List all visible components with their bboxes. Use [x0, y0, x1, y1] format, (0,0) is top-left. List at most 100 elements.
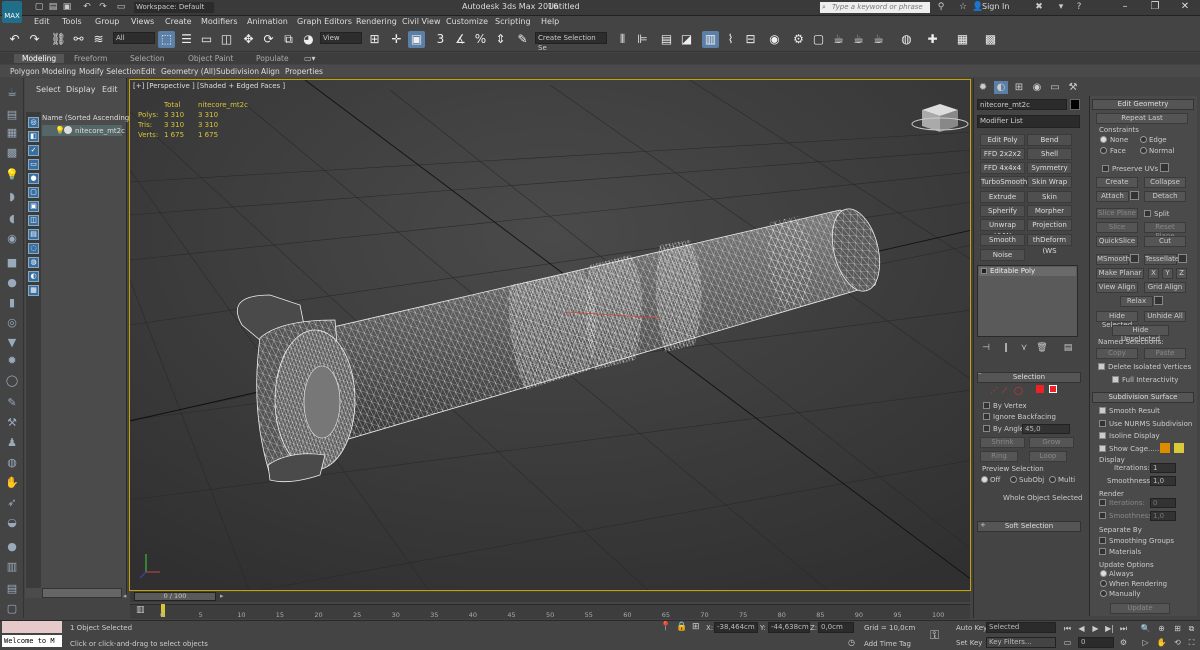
object-visibility-icon[interactable] [64, 126, 72, 134]
update-always-radio[interactable] [1100, 570, 1107, 577]
preview-multi-radio[interactable] [1049, 476, 1056, 483]
attach-button[interactable]: Attach [1096, 191, 1129, 202]
ribbon-toggle-icon[interactable]: ▥ [702, 31, 719, 48]
polygon-mode-icon[interactable] [1036, 385, 1044, 393]
snaps-toggle-icon[interactable]: 3 [432, 31, 449, 48]
modifier-noise-button[interactable]: Noise [980, 249, 1025, 261]
time-slider-next-icon[interactable]: ▸ [220, 592, 224, 600]
help-menu-icon[interactable]: ? [1074, 2, 1084, 12]
modifier-morpher-button[interactable]: Morpher [1027, 205, 1072, 217]
maximize-button[interactable]: ❐ [1140, 0, 1170, 14]
key-set-dropdown[interactable]: Selected [986, 622, 1056, 633]
place-icon[interactable]: ◕ [300, 31, 317, 48]
perspective-viewport[interactable] [129, 79, 971, 591]
time-config-icon[interactable]: ⚙ [1118, 637, 1129, 648]
subtab-geometry[interactable]: Geometry (All) [161, 67, 216, 76]
soft-selection-rollout-header[interactable]: Soft Selection [977, 521, 1081, 532]
menu-customize[interactable]: Customize [446, 17, 488, 26]
curve-editor-icon[interactable]: ⌇ [722, 31, 739, 48]
app-menu-icon[interactable]: MAX [2, 1, 22, 23]
orbit-icon[interactable]: ⟲ [1172, 637, 1183, 648]
attach-settings-icon[interactable] [1130, 191, 1139, 200]
tab-populate[interactable]: Populate [256, 54, 289, 63]
repeat-last-button[interactable]: Repeat Last [1096, 113, 1188, 124]
grid-align-button[interactable]: Grid Align [1144, 282, 1186, 293]
menu-graph-editors[interactable]: Graph Editors [297, 17, 352, 26]
modifier-unwrap-button[interactable]: Unwrap UVW [980, 219, 1025, 240]
user-icon[interactable]: 👤 [972, 2, 983, 12]
set-key-button[interactable]: Set Key [956, 639, 982, 647]
doc-icon[interactable]: ▥ [4, 560, 20, 574]
undo-icon[interactable]: ↶ [82, 2, 92, 12]
new-file-icon[interactable]: ▢ [34, 2, 44, 12]
filter-helpers-icon[interactable]: ● [28, 173, 39, 184]
box-icon[interactable]: ■ [4, 256, 20, 270]
planar-y-button[interactable]: Y [1162, 268, 1173, 279]
select-manipulate-icon[interactable]: ✛ [388, 31, 405, 48]
menu-views[interactable]: Views [131, 17, 154, 26]
move-icon[interactable]: ✥ [240, 31, 257, 48]
modifier-ffd2-button[interactable]: FFD 2x2x2 [980, 148, 1025, 160]
spinner-snap-icon[interactable]: ⇕ [492, 31, 509, 48]
split-checkbox[interactable] [1144, 210, 1151, 217]
render-smoothness-spinner[interactable]: 1,0 [1150, 511, 1176, 521]
material-editor-icon[interactable]: ◉ [766, 31, 783, 48]
cylinder-icon[interactable]: ▮ [4, 296, 20, 310]
play-icon[interactable]: ▶ [1090, 623, 1101, 634]
maximize-viewport-icon[interactable]: ⛶ [1186, 637, 1197, 648]
maxscript-output[interactable]: Welcome to M [2, 635, 62, 647]
account-icon[interactable]: ▾ [1056, 2, 1066, 12]
selection-rollout-header[interactable]: Selection [977, 372, 1081, 383]
ribbon-options-icon[interactable]: ▭▾ [304, 54, 316, 63]
preview-off-radio[interactable] [981, 476, 988, 483]
key-mode-icon[interactable]: ▭ [1062, 637, 1073, 648]
msmooth-button[interactable]: MSmooth [1096, 254, 1130, 265]
y-coordinate-field[interactable]: -44,638cm [768, 622, 810, 633]
bone-icon[interactable]: ⚒ [4, 416, 20, 430]
tessellate-button[interactable]: Tessellate [1144, 254, 1179, 265]
subtab-align[interactable]: Align [261, 67, 280, 76]
element-mode-icon[interactable] [1049, 385, 1057, 393]
angle-spinner[interactable]: 45,0 [1022, 424, 1070, 434]
auto-key-button[interactable]: Auto Key [956, 624, 987, 632]
planar-x-button[interactable]: X [1148, 268, 1159, 279]
filter-geometry-icon[interactable]: ◎ [28, 117, 39, 128]
modify-tab-icon[interactable]: ◐ [994, 81, 1008, 94]
slice-button[interactable]: Slice [1096, 222, 1138, 233]
add-icon[interactable]: ✚ [924, 31, 941, 48]
cone-icon[interactable]: ▼ [4, 336, 20, 350]
scale-icon[interactable]: ⧉ [280, 31, 297, 48]
pan-icon[interactable]: ✋ [1156, 637, 1167, 648]
workspace-dropdown[interactable]: Workspace: Default [134, 2, 214, 13]
sun-icon[interactable]: ✹ [4, 354, 20, 368]
object-icon[interactable]: ◉ [4, 232, 20, 246]
filter-bones-icon[interactable]: ▤ [28, 229, 39, 240]
modifier-smooth-button[interactable]: Smooth [980, 234, 1025, 246]
render-iterations-spinner[interactable]: 0 [1150, 498, 1176, 508]
relax-button[interactable]: Relax [1120, 296, 1153, 307]
planar-z-button[interactable]: Z [1176, 268, 1187, 279]
key-filters-button[interactable]: Key Filters... [986, 637, 1056, 648]
viewport-label-menu[interactable]: [+] [Perspective ] [Shaded + Edged Faces… [133, 82, 285, 90]
rollout-collapse-icon[interactable]: – [978, 369, 982, 377]
tab-freeform[interactable]: Freeform [74, 54, 107, 63]
settings-icon[interactable]: ▢ [4, 602, 20, 616]
lock-selection-icon[interactable]: 🔒 [676, 622, 687, 632]
reset-plane-button[interactable]: Reset Plane [1144, 222, 1186, 240]
detach-button[interactable]: Detach [1144, 191, 1186, 202]
pivot-center-icon[interactable]: ⊞ [366, 31, 383, 48]
ignore-backfacing-checkbox[interactable] [983, 413, 990, 420]
schematic-view-icon[interactable]: ⊟ [742, 31, 759, 48]
create-button[interactable]: Create [1096, 177, 1138, 188]
rect-region-icon[interactable]: ▭ [198, 31, 215, 48]
show-end-result-icon[interactable]: ❙ [1000, 342, 1012, 354]
circle-icon[interactable]: ◯ [4, 374, 20, 388]
modifier-skin-button[interactable]: Skin [1027, 191, 1072, 203]
redo-icon[interactable]: ↷ [98, 2, 108, 12]
show-cage-checkbox[interactable] [1099, 445, 1106, 452]
reference-coord-dropdown[interactable]: View [320, 32, 362, 44]
smooth-result-checkbox[interactable] [1099, 407, 1106, 414]
menu-edit[interactable]: Edit [34, 17, 50, 26]
view-align-button[interactable]: View Align [1096, 282, 1138, 293]
hide-unselected-button[interactable]: Hide Unselected [1112, 325, 1169, 343]
